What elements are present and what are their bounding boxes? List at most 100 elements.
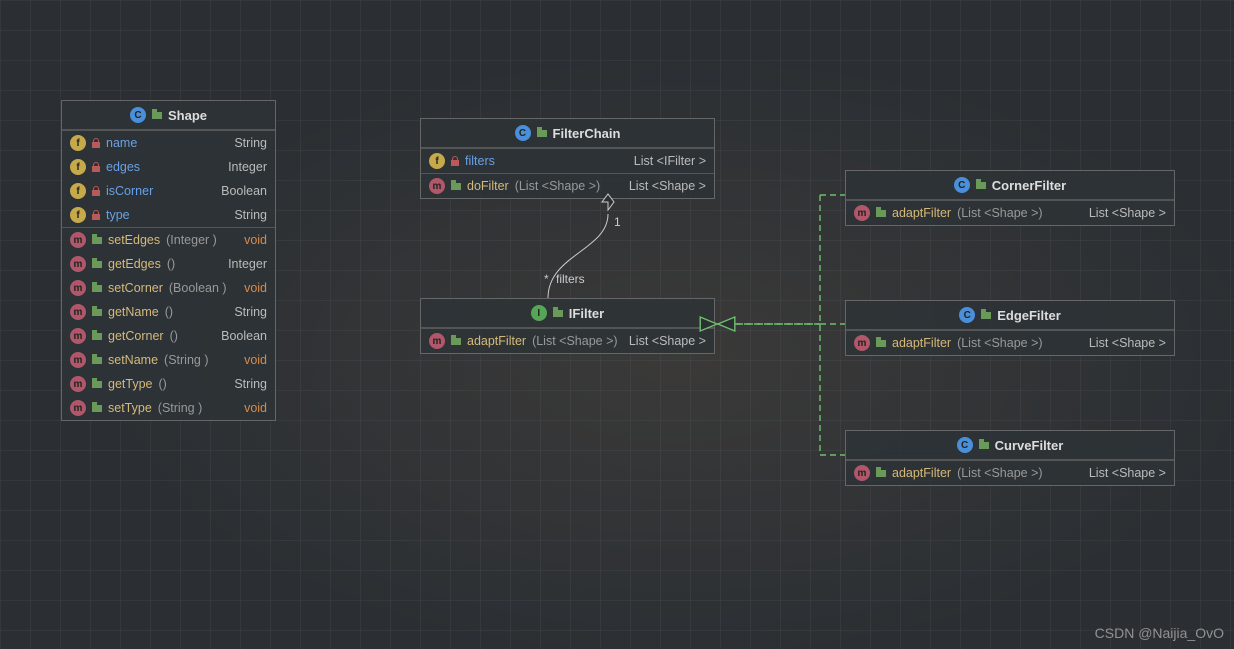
class-name: IFilter xyxy=(569,306,604,321)
package-icon xyxy=(537,130,547,137)
method-row: msetType(String )void xyxy=(62,396,275,420)
method-name: setEdges xyxy=(108,233,160,247)
interface-icon: I xyxy=(531,305,547,321)
fields-section: ffiltersList <IFilter > xyxy=(421,148,714,173)
field-name: isCorner xyxy=(106,184,153,198)
package-icon xyxy=(981,312,991,319)
method-params: () xyxy=(165,305,173,319)
package-icon xyxy=(979,442,989,449)
package-icon xyxy=(876,210,886,217)
method-return: void xyxy=(244,281,267,295)
multiplicity-one: 1 xyxy=(614,215,621,229)
field-icon: f xyxy=(70,207,86,223)
method-icon: m xyxy=(70,256,86,272)
field-icon: f xyxy=(70,183,86,199)
method-return: List <Shape > xyxy=(1089,466,1166,480)
method-params: (String ) xyxy=(164,353,208,367)
lock-icon xyxy=(92,210,100,220)
method-return: String xyxy=(234,377,267,391)
method-row: mgetType()String xyxy=(62,372,275,396)
method-return: void xyxy=(244,233,267,247)
class-header: C EdgeFilter xyxy=(846,301,1174,330)
package-icon xyxy=(92,309,102,316)
class-icon: C xyxy=(515,125,531,141)
method-return: void xyxy=(244,401,267,415)
package-icon xyxy=(92,261,102,268)
multiplicity-star: * xyxy=(544,272,549,286)
package-icon xyxy=(92,237,102,244)
method-name: adaptFilter xyxy=(892,466,951,480)
method-row: mdoFilter(List <Shape >)List <Shape > xyxy=(421,174,714,198)
class-name: CornerFilter xyxy=(992,178,1066,193)
class-name: Shape xyxy=(168,108,207,123)
method-name: getCorner xyxy=(108,329,164,343)
lock-icon xyxy=(92,138,100,148)
method-params: (List <Shape >) xyxy=(957,206,1042,220)
method-name: setName xyxy=(108,353,158,367)
methods-section: madaptFilter(List <Shape >)List <Shape > xyxy=(846,460,1174,485)
method-name: doFilter xyxy=(467,179,509,193)
method-icon: m xyxy=(429,178,445,194)
method-icon: m xyxy=(70,280,86,296)
class-filterchain[interactable]: C FilterChain ffiltersList <IFilter > md… xyxy=(420,118,715,199)
methods-section: madaptFilter(List <Shape >)List <Shape > xyxy=(846,330,1174,355)
package-icon xyxy=(451,338,461,345)
method-row: madaptFilter(List <Shape >)List <Shape > xyxy=(846,201,1174,225)
field-name: type xyxy=(106,208,130,222)
class-icon: C xyxy=(957,437,973,453)
class-cornerfilter[interactable]: C CornerFilter madaptFilter(List <Shape … xyxy=(845,170,1175,226)
field-row: f type String xyxy=(62,203,275,227)
method-name: getEdges xyxy=(108,257,161,271)
class-icon: C xyxy=(954,177,970,193)
class-curvefilter[interactable]: C CurveFilter madaptFilter(List <Shape >… xyxy=(845,430,1175,486)
method-icon: m xyxy=(854,335,870,351)
method-icon: m xyxy=(429,333,445,349)
package-icon xyxy=(553,310,563,317)
class-shape[interactable]: C Shape fnameString fedgesInteger fisCor… xyxy=(61,100,276,421)
method-name: setCorner xyxy=(108,281,163,295)
field-type: Boolean xyxy=(221,184,267,198)
method-return: List <Shape > xyxy=(629,334,706,348)
method-params: (Boolean ) xyxy=(169,281,227,295)
method-return: void xyxy=(244,353,267,367)
method-icon: m xyxy=(70,304,86,320)
method-return: List <Shape > xyxy=(1089,336,1166,350)
class-edgefilter[interactable]: C EdgeFilter madaptFilter(List <Shape >)… xyxy=(845,300,1175,356)
method-name: getType xyxy=(108,377,152,391)
package-icon xyxy=(92,405,102,412)
package-icon xyxy=(876,340,886,347)
method-icon: m xyxy=(70,352,86,368)
method-row: m setCorner (Boolean ) void xyxy=(62,276,275,300)
method-row: madaptFilter(List <Shape >)List <Shape > xyxy=(421,329,714,353)
method-return: Integer xyxy=(228,257,267,271)
method-name: adaptFilter xyxy=(892,206,951,220)
method-icon: m xyxy=(70,376,86,392)
method-return: Boolean xyxy=(221,329,267,343)
method-icon: m xyxy=(70,232,86,248)
method-params: (String ) xyxy=(158,401,202,415)
methods-section: mdoFilter(List <Shape >)List <Shape > xyxy=(421,173,714,198)
method-params: (List <Shape >) xyxy=(957,466,1042,480)
field-name: name xyxy=(106,136,137,150)
class-ifilter[interactable]: I IFilter madaptFilter(List <Shape >)Lis… xyxy=(420,298,715,354)
method-row: madaptFilter(List <Shape >)List <Shape > xyxy=(846,461,1174,485)
field-type: String xyxy=(234,208,267,222)
package-icon xyxy=(876,470,886,477)
method-params: (List <Shape >) xyxy=(957,336,1042,350)
methods-section: madaptFilter(List <Shape >)List <Shape > xyxy=(846,200,1174,225)
field-type: String xyxy=(234,136,267,150)
lock-icon xyxy=(92,186,100,196)
method-name: adaptFilter xyxy=(467,334,526,348)
method-return: String xyxy=(234,305,267,319)
field-icon: f xyxy=(70,135,86,151)
lock-icon xyxy=(92,162,100,172)
methods-section: madaptFilter(List <Shape >)List <Shape > xyxy=(421,328,714,353)
method-params: () xyxy=(170,329,178,343)
package-icon xyxy=(451,183,461,190)
watermark: CSDN @Naijia_OvO xyxy=(1095,625,1224,641)
method-row: mgetName()String xyxy=(62,300,275,324)
field-row: ffiltersList <IFilter > xyxy=(421,149,714,173)
method-row: madaptFilter(List <Shape >)List <Shape > xyxy=(846,331,1174,355)
method-row: mgetCorner()Boolean xyxy=(62,324,275,348)
method-name: setType xyxy=(108,401,152,415)
